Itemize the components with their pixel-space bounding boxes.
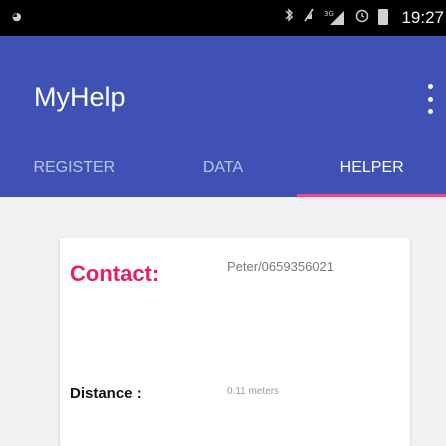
- app-title: MyHelp: [34, 82, 126, 112]
- tab-register[interactable]: REGISTER: [0, 149, 149, 197]
- tab-bar: REGISTER DATA HELPER: [0, 149, 446, 197]
- status-time: 19:27: [401, 8, 444, 27]
- distance-label: Distance :: [70, 385, 142, 402]
- app-bar: MyHelp REGISTER DATA HELPER: [0, 36, 446, 197]
- network-signal-icon: 3G: [324, 9, 346, 25]
- status-icons: 3G: [284, 6, 388, 28]
- notification-icon: ◕: [12, 10, 22, 23]
- status-bar: ◕ 3G 19:27: [0, 0, 446, 36]
- mute-icon: [302, 7, 316, 27]
- battery-icon: [378, 9, 388, 25]
- network-type: 3G: [324, 10, 334, 18]
- contact-value: Peter/0659356021: [227, 259, 334, 274]
- distance-value: 0.11 meters: [227, 386, 280, 397]
- bluetooth-icon: [284, 7, 294, 27]
- helper-card: Contact: Peter/0659356021 Distance : 0.1…: [60, 238, 410, 446]
- tab-helper[interactable]: HELPER: [297, 149, 446, 197]
- contact-label: Contact:: [70, 261, 160, 286]
- tab-data[interactable]: DATA: [149, 149, 298, 197]
- alarm-icon: [354, 7, 370, 27]
- overflow-menu-icon[interactable]: [426, 84, 434, 114]
